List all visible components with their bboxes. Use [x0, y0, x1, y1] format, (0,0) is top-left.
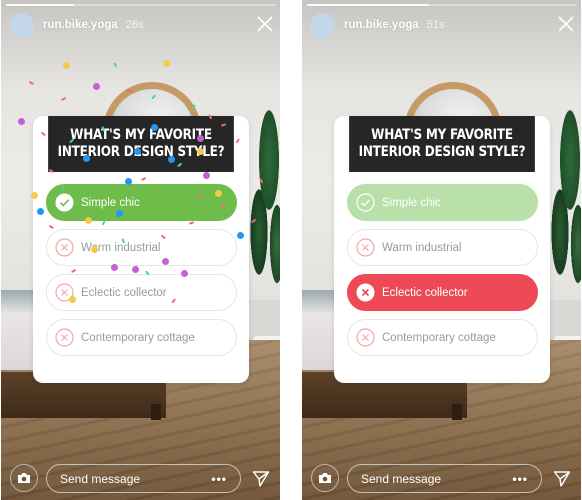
- x-circle-icon: [356, 283, 375, 302]
- timestamp: 26s: [125, 19, 144, 31]
- bed-leg: [151, 404, 161, 420]
- camera-icon: [319, 473, 331, 483]
- poll-option-label: Warm industrial: [81, 241, 161, 254]
- poll-option-label: Eclectic collector: [382, 286, 468, 299]
- poll-option[interactable]: Simple chic: [46, 184, 237, 221]
- story-header: run.bike.yoga 51s: [310, 12, 445, 38]
- check-icon: [356, 193, 375, 212]
- poll-options: Simple chic Warm industrial Eclectic col…: [334, 172, 550, 356]
- story-progress-bar: [6, 4, 276, 6]
- send-message-input[interactable]: Send message •••: [347, 464, 542, 493]
- poll-sticker: What's my favorite interior design style…: [33, 116, 249, 383]
- story-screen-2: run.bike.yoga 51s What's my favorite int…: [302, 0, 581, 500]
- poll-option-label: Contemporary cottage: [382, 331, 496, 344]
- camera-icon: [18, 473, 30, 483]
- poll-option-label: Warm industrial: [382, 241, 462, 254]
- poll-option-label: Eclectic collector: [81, 286, 167, 299]
- paper-plane-icon: [553, 471, 571, 487]
- send-button[interactable]: [553, 470, 571, 488]
- bottom-bar: Send message •••: [1, 460, 280, 500]
- poll-option-label: Simple chic: [382, 196, 441, 209]
- story-progress-bar: [307, 4, 577, 6]
- plant: [247, 100, 280, 340]
- x-circle-icon: [356, 328, 375, 347]
- check-icon: [55, 193, 74, 212]
- poll-sticker: What's my favorite interior design style…: [334, 116, 550, 383]
- poll-option[interactable]: Simple chic: [347, 184, 538, 221]
- avatar[interactable]: [9, 12, 34, 38]
- more-options-icon[interactable]: •••: [512, 472, 528, 486]
- camera-button[interactable]: [10, 464, 38, 492]
- x-circle-icon: [55, 238, 74, 257]
- poll-question: What's my favorite interior design style…: [349, 116, 535, 172]
- send-message-input[interactable]: Send message •••: [46, 464, 241, 493]
- paper-plane-icon: [252, 471, 270, 487]
- plant: [548, 100, 581, 340]
- poll-options: Simple chic Warm industrial Eclectic col…: [33, 172, 249, 356]
- poll-option[interactable]: Eclectic collector: [46, 274, 237, 311]
- username[interactable]: run.bike.yoga: [43, 19, 118, 31]
- x-circle-icon: [55, 328, 74, 347]
- close-icon: [257, 16, 273, 32]
- send-message-placeholder: Send message: [361, 471, 442, 486]
- poll-option-label: Contemporary cottage: [81, 331, 195, 344]
- poll-question: What's my favorite interior design style…: [48, 116, 234, 172]
- x-circle-icon: [55, 283, 74, 302]
- avatar[interactable]: [310, 12, 335, 38]
- more-options-icon[interactable]: •••: [211, 472, 227, 486]
- story-progress-fill: [307, 4, 429, 6]
- poll-option[interactable]: Contemporary cottage: [46, 319, 237, 356]
- bed-leg: [452, 404, 462, 420]
- close-button[interactable]: [556, 14, 576, 34]
- bottom-bar: Send message •••: [302, 460, 581, 500]
- send-button[interactable]: [252, 470, 270, 488]
- timestamp: 51s: [426, 19, 445, 31]
- poll-option[interactable]: Contemporary cottage: [347, 319, 538, 356]
- close-button[interactable]: [255, 14, 275, 34]
- send-message-placeholder: Send message: [60, 471, 141, 486]
- poll-option[interactable]: Warm industrial: [347, 229, 538, 266]
- x-circle-icon: [356, 238, 375, 257]
- poll-option[interactable]: Warm industrial: [46, 229, 237, 266]
- poll-option-label: Simple chic: [81, 196, 140, 209]
- username[interactable]: run.bike.yoga: [344, 19, 419, 31]
- close-icon: [558, 16, 574, 32]
- story-header: run.bike.yoga 26s: [9, 12, 144, 38]
- story-progress-fill: [6, 4, 74, 6]
- camera-button[interactable]: [311, 464, 339, 492]
- story-screen-1: run.bike.yoga 26s What's my favorite int…: [1, 0, 280, 500]
- poll-option[interactable]: Eclectic collector: [347, 274, 538, 311]
